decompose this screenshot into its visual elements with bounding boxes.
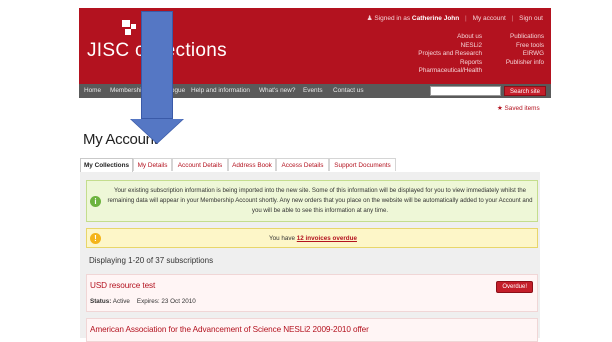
tab-address-book[interactable]: Address Book [228,158,276,171]
header-link-publications[interactable]: Publications [487,33,544,42]
logo-squares-icon [122,20,142,38]
expiry-date: Expires: 23 Oct 2010 [136,298,196,305]
header-links-secondary: Publications Free tools EIRWG Publisher … [487,33,544,67]
warning-message: You have 12 invoices overdue [87,235,539,242]
warning-prefix: You have [269,235,296,242]
signin-bar: ♟ Signed in as Catherine John | My accou… [366,15,543,22]
header-link-pharma[interactable]: Pharmaceutical/Health [382,67,482,76]
signed-in-prefix: Signed in as [374,15,411,22]
search-input[interactable] [430,86,501,96]
header-link-publisher-info[interactable]: Publisher info [487,59,544,68]
star-icon: ★ [497,105,503,112]
tab-account-details[interactable]: Account Details [172,158,228,171]
subscription-title-link[interactable]: USD resource test [90,281,155,290]
my-account-link[interactable]: My account [473,15,506,22]
overdue-badge[interactable]: Overdue! [496,281,533,293]
pagination-summary: Displaying 1-20 of 37 subscriptions [89,256,214,265]
account-tabs: My Collections My Details Account Detail… [80,158,540,173]
status-value: Active [112,298,130,305]
status-label: Status: [90,298,112,305]
overdue-invoices-link[interactable]: 12 invoices overdue [297,235,357,242]
tab-my-details[interactable]: My Details [133,158,172,171]
info-message-box: i Your existing subscription information… [86,180,538,222]
nav-whats-new[interactable]: What's new? [259,87,295,94]
user-icon: ♟ [366,15,373,22]
warning-message-box: ! You have 12 invoices overdue [86,228,538,248]
subscription-meta: Status: Active Expires: 23 Oct 2010 [90,298,196,305]
nav-contact[interactable]: Contact us [333,87,364,94]
annotation-arrow-shaft [141,11,173,119]
tab-my-collections[interactable]: My Collections [80,158,133,173]
list-item: USD resource test Status: Active Expires… [86,274,538,312]
header-links-primary: About us NESLi2 Projects and Research Re… [382,33,482,76]
annotation-arrow-head [131,119,183,143]
header-link-free-tools[interactable]: Free tools [487,42,544,51]
tab-support-documents[interactable]: Support Documents [329,158,396,171]
info-icon: i [90,196,101,207]
header-link-about[interactable]: About us [382,33,482,42]
user-name: Catherine John [411,15,460,22]
header-link-eirwg[interactable]: EIRWG [487,50,544,59]
subscription-title-link[interactable]: American Association for the Advancement… [90,325,369,334]
tab-access-details[interactable]: Access Details [276,158,329,171]
nav-help[interactable]: Help and information [191,87,250,94]
saved-items-label: Saved items [504,105,540,112]
saved-items-link[interactable]: ★ Saved items [497,104,540,112]
sign-out-link[interactable]: Sign out [519,15,543,22]
list-item: American Association for the Advancement… [86,318,538,342]
nav-events[interactable]: Events [303,87,323,94]
header-link-nesli2[interactable]: NESLi2 [382,42,482,51]
nav-membership[interactable]: Membership [110,87,145,94]
info-message: Your existing subscription information i… [107,187,533,214]
nav-home[interactable]: Home [84,87,101,94]
header-link-projects[interactable]: Projects and Research [382,50,482,59]
header-link-reports[interactable]: Reports [382,59,482,68]
search-button[interactable]: Search site [504,86,546,96]
